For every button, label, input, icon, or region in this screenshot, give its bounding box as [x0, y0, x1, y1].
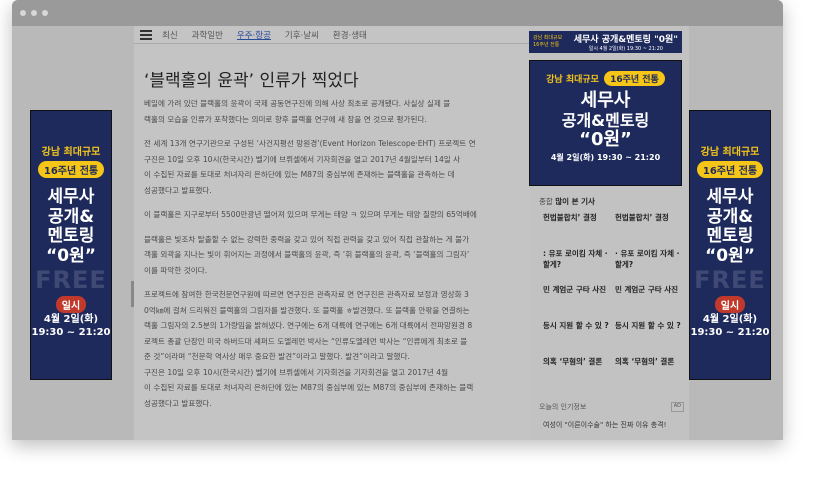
list-item[interactable]: 등시 지원 할 수 있 ? 등시 지원 할 수 있 ?: [543, 320, 683, 356]
article-line: 성공했다고 발표했다.: [144, 398, 212, 408]
popular-label: 많이 본 기사: [555, 197, 595, 206]
article-column: 최신 과학일반 우주·항공 기후·날씨 환경·생태 ‘블랙홀의 윤곽’ 인류가 …: [134, 26, 529, 440]
nav-item-space[interactable]: 우주·항공: [237, 29, 271, 41]
popular-item-left[interactable]: 헌법불합치’ 결정: [543, 212, 611, 223]
section-nav: 최신 과학일반 우주·항공 기후·날씨 환경·생태: [134, 26, 529, 44]
ad-line1: 세무사: [580, 90, 631, 111]
article-line: 이 수집된 자료를 토대로 처녀자리 은하단에 있는 M87의 중심부에 존재하…: [144, 170, 455, 179]
article-title: ‘블랙홀의 윤곽’ 인류가 찍었다: [144, 71, 359, 91]
ad-time: 19:30 ~ 21:20: [690, 327, 770, 339]
article-paragraph: 전 세계 13개 연구기관으로 구성된 ‘사건지평선 망원경’(Event Ho…: [144, 136, 524, 198]
popular-item-right[interactable]: · 유포 로이킴 자체 ·할게?: [615, 248, 683, 270]
article-line: 객홀 외곽을 지나는 빛이 휘어지는 과정에서 블랙홀의 윤곽, 즉 ‘휘 블랙…: [144, 250, 470, 259]
article-line: 로젝트 총괄 단장인 미국 하버드대 셰퍼드 도엘레먼 박사는 “인류도엘레먼 …: [144, 336, 468, 346]
nav-item-climate[interactable]: 기후·날씨: [285, 29, 319, 41]
ad-top-text: 강남 최대규모: [41, 147, 101, 158]
popular-item-left[interactable]: 의혹 ‘무혐의’ 결론: [543, 356, 611, 367]
ad-pill: 16주년 전통: [696, 161, 764, 178]
article-line: 이를 파악한 것이다.: [144, 265, 208, 275]
window-dot-icon[interactable]: [31, 10, 37, 16]
ad-line2: 공개&멘토링: [561, 110, 650, 130]
ad-pill: 16주년 전통: [37, 161, 105, 178]
article-paragraph: 블랙홀은 빛조차 탈출할 수 없는 강력한 중력을 갖고 있어 직접 관력을 갖…: [144, 232, 524, 279]
right-ad-banner[interactable]: 강남 최대규모 16주년 전통 세무사 공개& 멘토링 “0원” FREE 일시…: [689, 110, 771, 380]
article-line: 이 수집된 자료를 토대로 처녀자리 은하단에 있는 M87의 중심부에 있는 …: [144, 383, 474, 392]
article-line: 0억㎞에 걸쳐 드리워진 블랙홀의 그림자를 발견했다. 또 블랙홀 ㅎ발견했다…: [144, 305, 470, 315]
article-line: 구진은 10일 오후 10시(한국시간) 벨기에 브뤼셀에서 기자회견을 열고 …: [144, 154, 461, 164]
article-line: 랙홀 그림자의 2.5분의 1가량임을 밝혀냈다. 연구에는 6개 대륙에 연구…: [144, 321, 473, 330]
thin-ad-left: 강남 최대규모 16주년 전통: [533, 35, 563, 48]
ad-line3: 멘토링: [706, 226, 754, 247]
ad-time-label: 일시: [714, 296, 746, 314]
ad-time-label: 일시: [55, 296, 87, 314]
nav-item-science[interactable]: 과학일반: [192, 29, 223, 41]
article-line: 베일에 가려 있던 블랙홀의 윤곽이 국제 공동연구진에 의해 사상 최초로 공…: [144, 99, 451, 108]
popular-list: 헌법불합치’ 결정 헌법불합치’ 결정 : 유포 로이킴 자체 ·할게? · 유…: [543, 212, 683, 392]
article-body: 베일에 가려 있던 블랙홀의 윤곽이 국제 공동연구진에 의해 사상 최초로 공…: [144, 96, 524, 411]
page-content: 강남 최대규모 16주년 전통 세무사 공개& 멘토링 “0원” FREE 일시…: [12, 26, 783, 440]
article-line: 프로젝트에 참여한 한국천문연구원에 따르면 연구진은 관측자료 면 연구진은 …: [144, 290, 469, 299]
center-ad-banner[interactable]: 강남 최대규모 16주년 전통 세무사 공개&멘토링 “0원” 4월 2일(화)…: [529, 60, 682, 186]
window-dot-icon[interactable]: [42, 10, 48, 16]
article-line: 랙홀의 모습을 인류가 포착했다는 의미로 향후 블랙홀 연구에 새 장을 연 …: [144, 114, 427, 124]
ad-free-watermark: FREE: [694, 266, 766, 295]
article-paragraph: 베일에 가려 있던 블랙홀의 윤곽이 국제 공동연구진에 의해 사상 최초로 공…: [144, 96, 524, 127]
ad-badge: AD: [670, 402, 684, 412]
list-item[interactable]: : 유포 로이킴 자체 ·할게? · 유포 로이킴 자체 ·할게?: [543, 248, 683, 284]
popular-item-right[interactable]: 등시 지원 할 수 있 ?: [615, 320, 683, 331]
ad-time: 19:30 ~ 21:20: [31, 327, 111, 339]
popular-item-left[interactable]: 등시 지원 할 수 있 ?: [543, 320, 611, 331]
ad-line4: “0원”: [46, 245, 96, 266]
article-line: 전 세계 13개 연구기관으로 구성된 ‘사건지평선 망원경’(Event Ho…: [144, 139, 476, 148]
ad-free-watermark: FREE: [35, 266, 107, 295]
popular-item-right[interactable]: 헌법불합치’ 결정: [615, 212, 683, 223]
ad-date: 4월 2일(화): [43, 314, 99, 326]
article-line: 성공했다고 발표했다.: [144, 185, 212, 195]
list-item[interactable]: 민 계엄군 구타 사진 민 계엄군 구타 사진: [543, 284, 683, 320]
list-item[interactable]: 의혹 ‘무혐의’ 결론 의혹 ‘무혐의’ 결론: [543, 356, 683, 392]
ad-line3: 멘토링: [47, 226, 95, 247]
thin-ad-sub: 일시 4월 2일(화) 19:30 ~ 21:20: [588, 46, 663, 52]
ad-date: 4월 2일(화): [702, 314, 758, 326]
left-ad-banner[interactable]: 강남 최대규모 16주년 전통 세무사 공개& 멘토링 “0원” FREE 일시…: [30, 110, 112, 380]
today-header: 오늘의 인기정보 AD: [539, 402, 684, 412]
thin-ad-title: 세무사 공개&멘토링 "0원": [573, 35, 678, 45]
ad-line1: 세무사: [706, 187, 754, 207]
ad-line4: “0원”: [705, 245, 755, 266]
list-item[interactable]: 헌법불합치’ 결정 헌법불합치’ 결정: [543, 212, 683, 248]
popular-item-left[interactable]: : 유포 로이킴 자체 ·할게?: [543, 248, 611, 270]
popular-header: 종합 많이 본 기사: [539, 196, 595, 207]
popular-item-right[interactable]: 의혹 ‘무혐의’ 결론: [615, 356, 683, 367]
browser-window: 강남 최대규모 16주년 전통 세무사 공개& 멘토링 “0원” FREE 일시…: [12, 0, 783, 440]
ad-line4: “0원”: [579, 129, 632, 151]
popular-item-right[interactable]: 민 계엄군 구타 사진: [615, 284, 683, 295]
window-dot-icon[interactable]: [20, 10, 26, 16]
ad-line2: 공개&: [47, 206, 95, 227]
ad-pill: 16주년 전통: [604, 71, 665, 86]
article-line: 블랙홀은 빛조차 탈출할 수 없는 강력한 중력을 갖고 있어 직접 관력을 갖…: [144, 234, 470, 244]
title-bar: [12, 0, 783, 26]
ad-line1: 세무사: [47, 187, 95, 207]
scroll-thumb[interactable]: [131, 281, 134, 307]
popular-prefix: 종합: [539, 197, 553, 206]
nav-item-environment[interactable]: 환경·생태: [333, 29, 367, 41]
nav-item-latest[interactable]: 최신: [162, 29, 178, 41]
ad-date: 4월 2일(화) 19:30 ~ 21:20: [550, 152, 661, 162]
article-paragraph: 프로젝트에 참여한 한국천문연구원에 따르면 연구진은 관측자료 면 연구진은 …: [144, 287, 524, 411]
popular-item-left[interactable]: 민 계엄군 구타 사진: [543, 284, 611, 295]
ad-top-text: 강남 최대규모: [700, 147, 760, 158]
today-label: 오늘의 인기정보: [539, 403, 587, 411]
article-line: 준 것”이라며 “천문학 역사상 매우 중요한 발견”이라고 말했다. 발견”이…: [144, 352, 410, 361]
ad-line2: 공개&: [706, 206, 754, 227]
article-line: 구진은 10일 오후 10시(한국시간) 벨기에 브뤼셀에서 기자회견을 기자회…: [144, 367, 449, 377]
article-line: 이 블랙홀은 지구로부터 5500만광년 떨어져 있으며 무게는 태양 ㅋ 있으…: [144, 210, 477, 219]
article-paragraph: 이 블랙홀은 지구로부터 5500만광년 떨어져 있으며 무게는 태양 ㅋ 있으…: [144, 207, 524, 223]
ad-top-text: 강남 최대규모: [546, 75, 599, 85]
today-item[interactable]: 여성이 "이른이수술" 하는 진짜 이유 충격!: [543, 420, 666, 430]
thin-top-ad-banner[interactable]: 강남 최대규모 16주년 전통 세무사 공개&멘토링 "0원" 일시 4월 2일…: [529, 31, 682, 53]
menu-icon[interactable]: [140, 29, 152, 40]
